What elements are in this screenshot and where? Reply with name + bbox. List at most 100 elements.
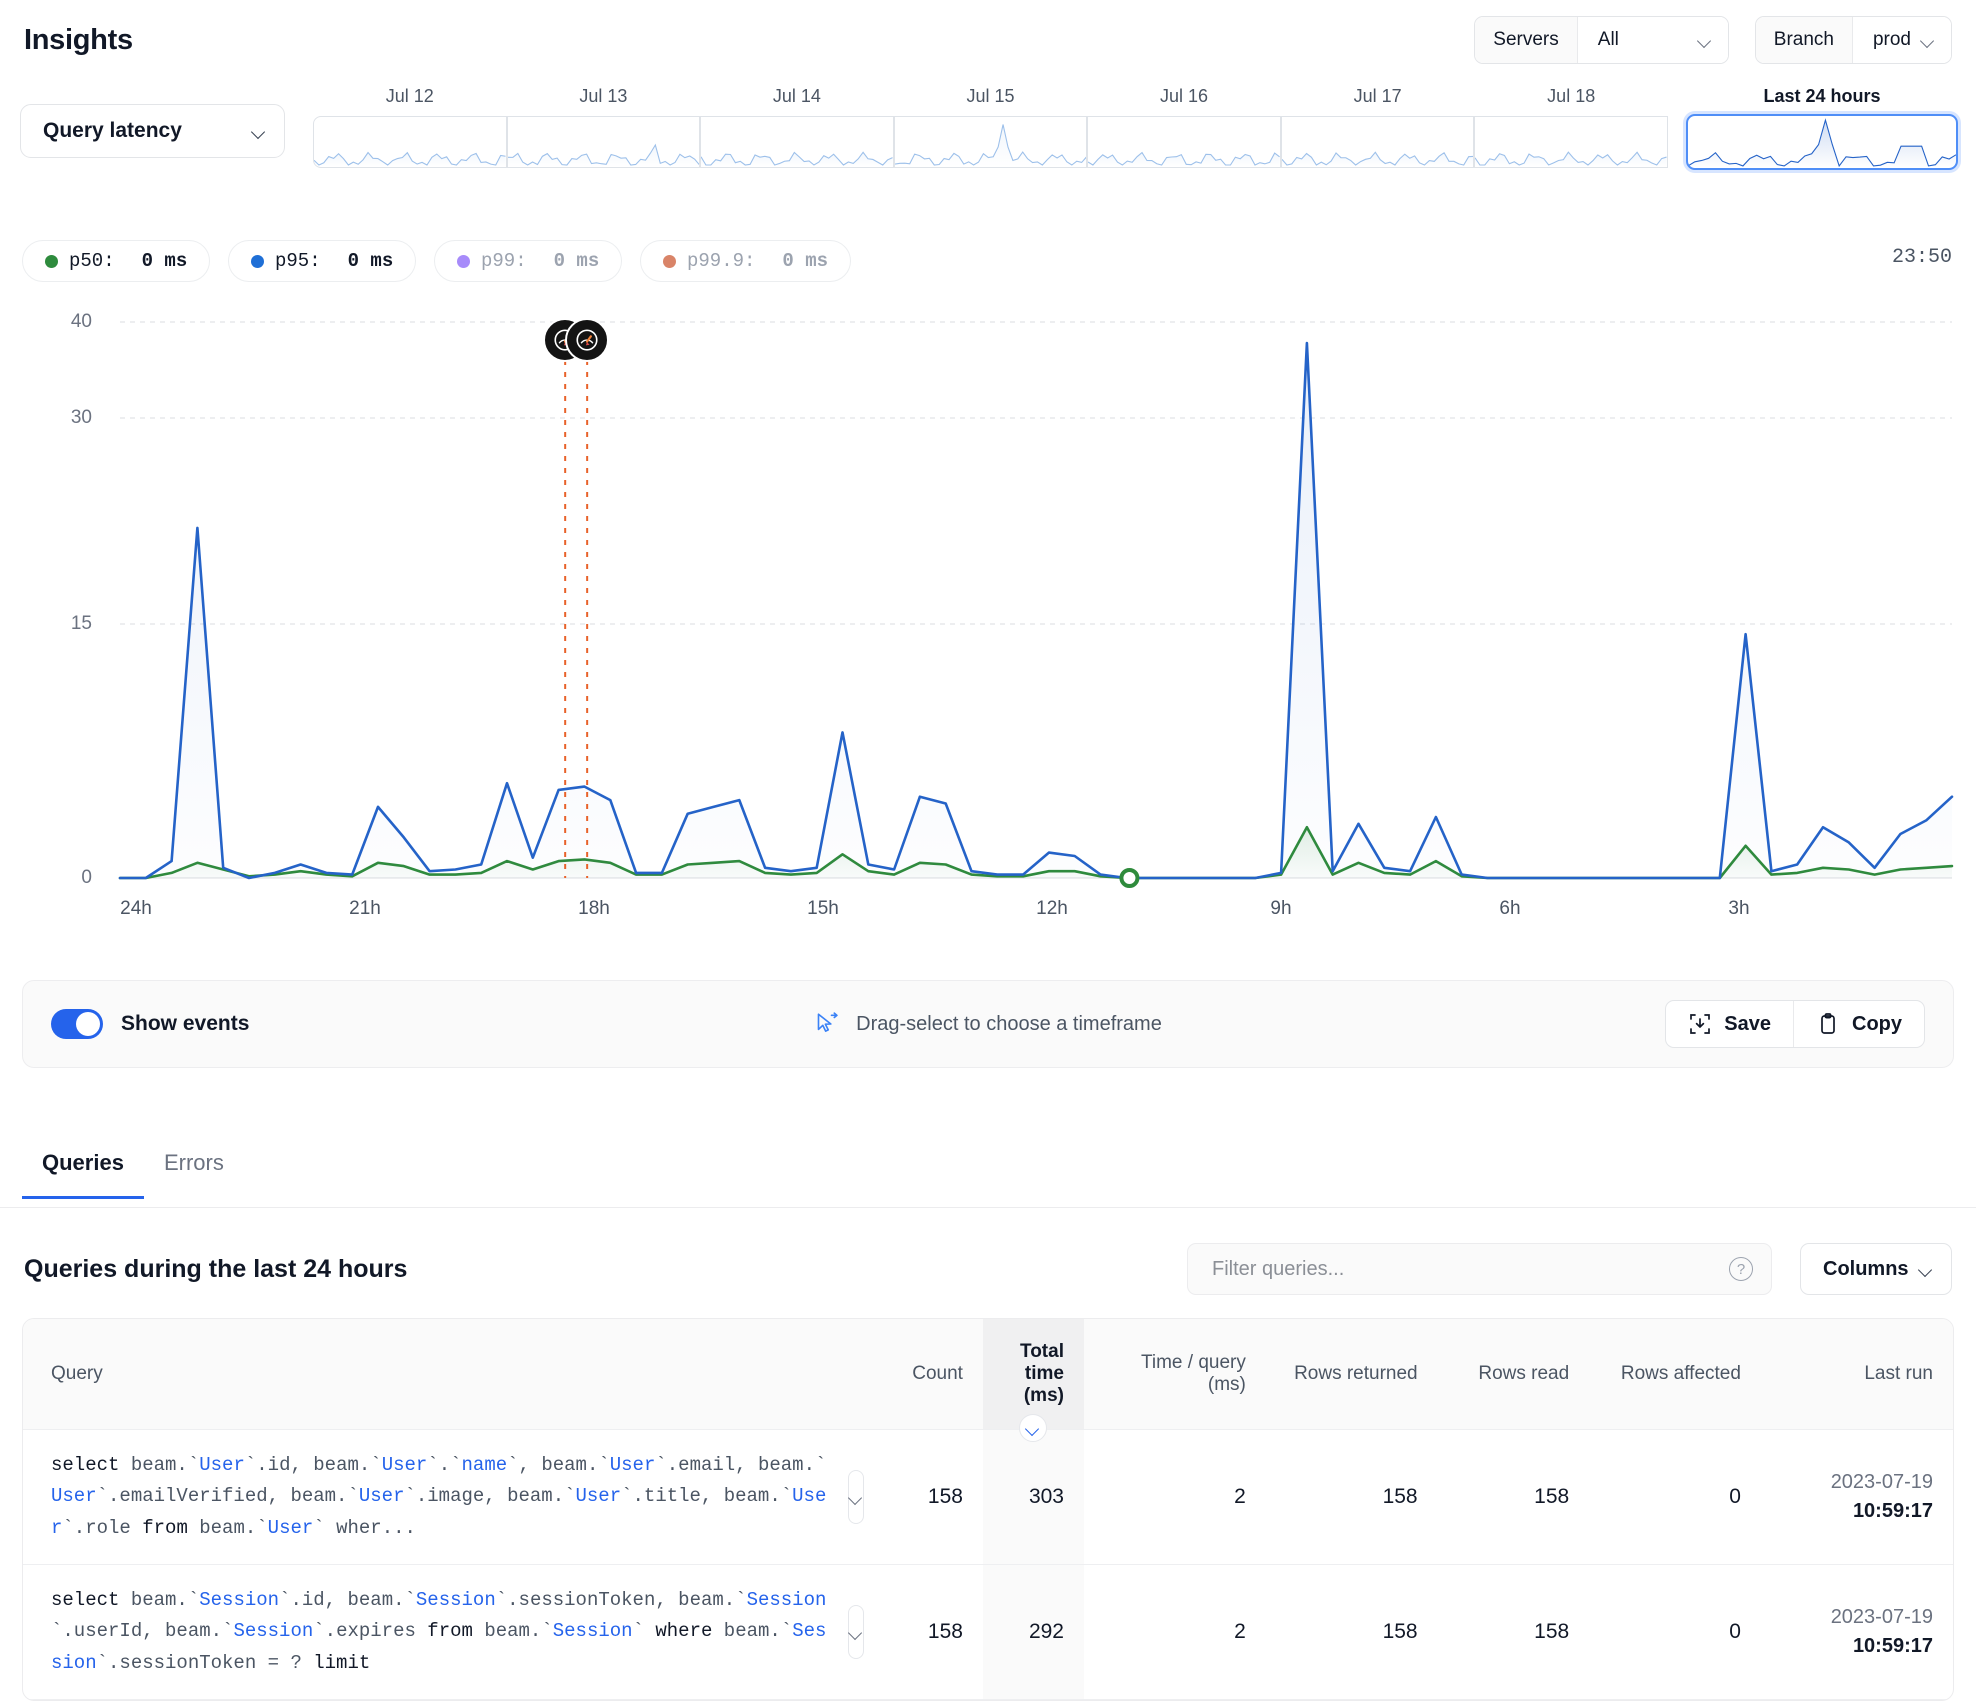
header-controls: Servers All Branch prod bbox=[1474, 16, 1952, 64]
table-row[interactable]: select beam.`Session`.id, beam.`Session`… bbox=[23, 1564, 1953, 1701]
filter-queries-input[interactable] bbox=[1210, 1256, 1729, 1282]
col-last-run[interactable]: Last run bbox=[1760, 1319, 1953, 1430]
last-run-date: 2023-07-19 bbox=[1830, 1606, 1933, 1629]
legend-pill-p99[interactable]: p99: 0 ms bbox=[434, 240, 623, 282]
date-bucket-label: Jul 17 bbox=[1353, 86, 1402, 106]
date-bucket-label: Jul 18 bbox=[1547, 86, 1596, 106]
metric-select[interactable]: Query latency bbox=[20, 104, 285, 158]
servers-label: Servers bbox=[1475, 17, 1578, 63]
tab-errors[interactable]: Errors bbox=[144, 1140, 244, 1198]
page-header: Insights Servers All Branch prod bbox=[0, 0, 1976, 80]
legend-label: p99: bbox=[481, 250, 527, 272]
help-icon[interactable]: ? bbox=[1729, 1257, 1753, 1281]
servers-selector[interactable]: Servers All bbox=[1474, 16, 1729, 64]
col-total-time-label: Total time (ms) bbox=[1020, 1341, 1064, 1406]
show-events-toggle[interactable] bbox=[51, 1009, 103, 1039]
y-axis-tick: 30 bbox=[70, 407, 92, 428]
y-axis-tick: 15 bbox=[70, 613, 92, 634]
legend-pill-p50[interactable]: p50: 0 ms bbox=[22, 240, 211, 282]
tab-queries[interactable]: Queries bbox=[22, 1140, 144, 1199]
rows-returned-cell: 158 bbox=[1265, 1429, 1438, 1566]
queries-table: Query Count Total time (ms) Time / query… bbox=[22, 1318, 1954, 1701]
query-sql: select beam.`User`.id, beam.`User`.`name… bbox=[51, 1454, 827, 1539]
rows-read-cell: 158 bbox=[1437, 1564, 1590, 1701]
sparkline bbox=[1475, 117, 1667, 167]
legend-label: p99.9: bbox=[687, 250, 756, 272]
sparkline bbox=[314, 117, 506, 167]
date-bucket-label: Last 24 hours bbox=[1763, 86, 1881, 106]
servers-dropdown[interactable]: All bbox=[1577, 17, 1728, 63]
range-selector-row: Query latency Jul 12 Jul 13 Jul 14 Jul 15 Ju… bbox=[0, 86, 1976, 196]
legend-label: p50: bbox=[69, 250, 115, 272]
section-tabs: Queries Errors bbox=[0, 1140, 1976, 1208]
date-bucket-jul-15[interactable] bbox=[893, 116, 1088, 168]
event-marker-2[interactable] bbox=[565, 318, 610, 362]
date-bucket-jul-17[interactable] bbox=[1280, 116, 1475, 168]
latency-chart[interactable]: 0 15 30 40 24h 21h 18h 15h 12h 9h 6h 3h bbox=[0, 300, 1976, 940]
queries-header: Queries during the last 24 hours ? Colum… bbox=[0, 1232, 1976, 1306]
rows-affected-cell: 0 bbox=[1589, 1564, 1761, 1701]
query-sql: select beam.`Session`.id, beam.`Session`… bbox=[51, 1589, 827, 1674]
x-axis-tick: 15h bbox=[807, 898, 839, 919]
sparkline bbox=[1688, 116, 1956, 168]
legend-dot-icon bbox=[45, 254, 58, 268]
sort-desc-icon[interactable] bbox=[1019, 1414, 1048, 1442]
last-run-date: 2023-07-19 bbox=[1830, 1471, 1933, 1494]
date-bucket-jul-13[interactable] bbox=[506, 116, 701, 168]
col-rows-read[interactable]: Rows read bbox=[1437, 1319, 1590, 1430]
expand-query-button[interactable] bbox=[847, 1605, 864, 1660]
clipboard-icon bbox=[1821, 1013, 1835, 1034]
cursor-arrow-icon bbox=[817, 1012, 838, 1032]
date-bucket-jul-12[interactable] bbox=[313, 116, 507, 168]
date-bucket-last-24-hours[interactable] bbox=[1686, 114, 1958, 170]
query-cell: select beam.`Session`.id, beam.`Session`… bbox=[23, 1564, 872, 1701]
rows-returned-cell: 158 bbox=[1265, 1564, 1438, 1701]
col-query[interactable]: Query bbox=[23, 1319, 872, 1430]
table-row[interactable]: select beam.`User`.id, beam.`User`.`name… bbox=[23, 1429, 1953, 1566]
col-rows-returned[interactable]: Rows returned bbox=[1265, 1319, 1438, 1430]
date-bucket-label: Jul 14 bbox=[772, 86, 821, 106]
show-events-label: Show events bbox=[121, 1012, 250, 1035]
chevron-down-icon bbox=[1921, 36, 1935, 45]
last-run-time: 10:59:17 bbox=[1852, 1635, 1933, 1658]
date-bucket-label: Jul 15 bbox=[966, 86, 1015, 106]
date-bucket-jul-14[interactable] bbox=[700, 116, 894, 168]
filter-queries-box[interactable]: ? bbox=[1187, 1243, 1772, 1295]
copy-button[interactable]: Copy bbox=[1793, 1001, 1924, 1047]
last-run-cell: 2023-07-19 10:59:17 bbox=[1760, 1564, 1953, 1701]
legend-pill-p95[interactable]: p95: 0 ms bbox=[228, 240, 417, 282]
col-rows-affected[interactable]: Rows affected bbox=[1589, 1319, 1761, 1430]
count-cell: 158 bbox=[871, 1429, 983, 1566]
gauge-icon bbox=[576, 329, 598, 351]
last-run-time: 10:59:17 bbox=[1852, 1500, 1933, 1523]
col-time-per-query[interactable]: Time / query (ms) bbox=[1083, 1319, 1266, 1430]
save-button[interactable]: Save bbox=[1666, 1001, 1793, 1047]
y-axis-tick: 0 bbox=[81, 867, 92, 888]
sparkline bbox=[507, 117, 700, 167]
save-button-label: Save bbox=[1724, 1012, 1771, 1035]
col-total-time[interactable]: Total time (ms) bbox=[982, 1319, 1084, 1442]
last-run-cell: 2023-07-19 10:59:17 bbox=[1760, 1429, 1953, 1566]
time-per-query-cell: 2 bbox=[1083, 1429, 1266, 1566]
legend-pill-p99-9[interactable]: p99.9: 0 ms bbox=[640, 240, 852, 282]
col-count[interactable]: Count bbox=[871, 1319, 983, 1430]
date-bucket-label: Jul 12 bbox=[385, 86, 434, 106]
date-bucket-label: Jul 13 bbox=[579, 86, 628, 106]
x-axis-tick: 6h bbox=[1499, 898, 1521, 919]
query-cell: select beam.`User`.id, beam.`User`.`name… bbox=[23, 1429, 872, 1566]
percentile-legend: 23:50 p50: 0 ms p95: 0 ms p99: 0 ms p99.9: 0 ms bbox=[0, 240, 1976, 290]
columns-button[interactable]: Columns bbox=[1800, 1243, 1952, 1295]
expand-query-button[interactable] bbox=[847, 1470, 864, 1525]
date-bucket-jul-18[interactable] bbox=[1474, 116, 1668, 168]
date-bucket-jul-16[interactable] bbox=[1087, 116, 1281, 168]
chart-actions: Save Copy bbox=[1665, 1000, 1925, 1048]
branch-selector[interactable]: Branch prod bbox=[1754, 16, 1952, 64]
save-icon bbox=[1690, 1014, 1711, 1034]
branch-dropdown[interactable]: prod bbox=[1852, 17, 1951, 63]
chevron-down-icon bbox=[1698, 36, 1712, 45]
total-time-cell: 303 bbox=[982, 1429, 1084, 1566]
legend-value: 0 ms bbox=[553, 250, 600, 272]
legend-value: 0 ms bbox=[782, 250, 829, 272]
sparkline bbox=[1281, 117, 1474, 167]
time-per-query-cell: 2 bbox=[1083, 1564, 1266, 1701]
